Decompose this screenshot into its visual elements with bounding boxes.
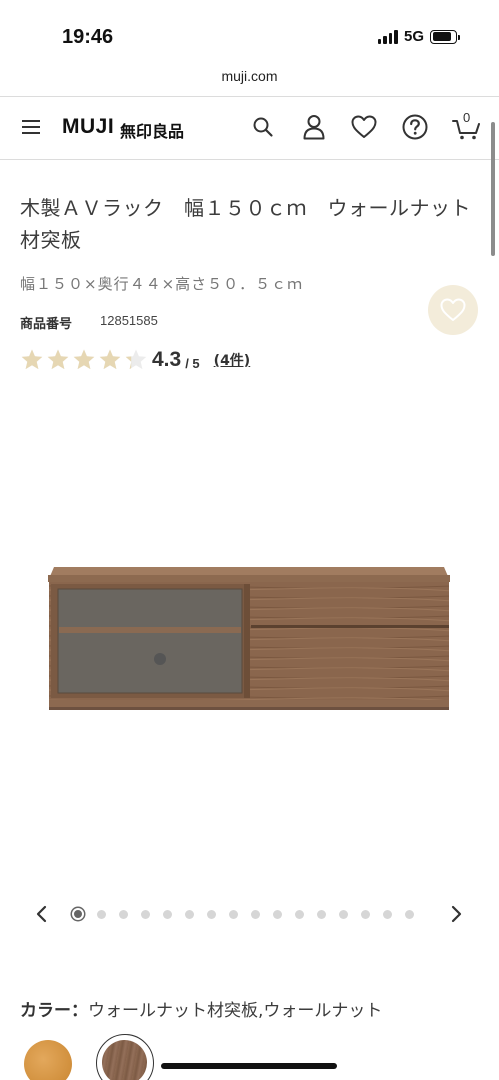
- chevron-right-icon[interactable]: [446, 902, 468, 926]
- product-size: 幅１５０×奥行４４×高さ５０．５ｃｍ: [20, 275, 304, 293]
- review-count-link[interactable]: (4件): [214, 350, 251, 370]
- rating-stars: [20, 348, 148, 372]
- color-selection: カラー：ウォールナット材突板,ウォールナット: [20, 996, 382, 1021]
- carousel-dot[interactable]: [97, 909, 106, 919]
- star-icon: [99, 349, 121, 370]
- color-swatch-walnut[interactable]: [96, 1034, 154, 1080]
- help-icon[interactable]: [401, 113, 429, 141]
- network-label: 5G: [403, 28, 424, 45]
- carousel-dot[interactable]: [72, 908, 84, 920]
- carousel-dot[interactable]: [185, 909, 194, 919]
- star-icon: [73, 349, 95, 370]
- home-indicator[interactable]: [161, 1063, 337, 1069]
- heart-icon[interactable]: [350, 113, 378, 141]
- cart-count: 0: [463, 110, 471, 125]
- site-header: MUJI 無印良品 0: [0, 97, 499, 159]
- carousel-dot[interactable]: [339, 909, 348, 919]
- battery-icon: [430, 29, 460, 44]
- product-code-label: 商品番号: [20, 317, 73, 332]
- star-icon: [125, 349, 147, 370]
- carousel-dot[interactable]: [141, 909, 150, 919]
- favorite-button[interactable]: [428, 285, 478, 335]
- carousel-dot[interactable]: [273, 909, 282, 919]
- signal-icon: [377, 29, 398, 44]
- chevron-left-icon[interactable]: [30, 902, 52, 926]
- star-icon: [21, 349, 43, 370]
- logo[interactable]: MUJI: [62, 115, 114, 139]
- image-carousel-nav: [0, 898, 499, 930]
- cart-icon[interactable]: 0: [451, 110, 483, 141]
- status-indicators: 5G: [377, 28, 460, 45]
- rating-value: 4.3: [152, 348, 182, 371]
- logo-jp[interactable]: 無印良品: [120, 118, 184, 142]
- carousel-dot[interactable]: [317, 909, 326, 919]
- color-swatch-oak[interactable]: [24, 1040, 72, 1080]
- carousel-dot[interactable]: [229, 909, 238, 919]
- scrollbar[interactable]: [491, 122, 495, 256]
- color-value: ウォールナット材突板,ウォールナット: [88, 1001, 383, 1021]
- search-icon[interactable]: [249, 113, 277, 141]
- url-bar[interactable]: muji.com: [0, 62, 499, 96]
- carousel-dot[interactable]: [383, 909, 392, 919]
- carousel-dot[interactable]: [361, 909, 370, 919]
- color-swatch-walnut-fill: [102, 1040, 147, 1080]
- carousel-dot[interactable]: [405, 909, 414, 919]
- carousel-dot[interactable]: [251, 909, 260, 919]
- rating-max: / 5: [185, 355, 200, 371]
- carousel-dot[interactable]: [295, 909, 304, 919]
- status-bar: 19:46 5G: [0, 0, 499, 62]
- carousel-dot[interactable]: [163, 909, 172, 919]
- product-code-value: 12851585: [100, 313, 158, 328]
- carousel-dot[interactable]: [119, 909, 128, 919]
- product-rating: 4.3 / 5 (4件): [20, 345, 250, 375]
- account-icon[interactable]: [300, 113, 328, 141]
- divider: [0, 159, 499, 160]
- product-image[interactable]: [46, 563, 452, 715]
- carousel-dots: [72, 907, 414, 921]
- status-time: 19:46: [62, 26, 114, 48]
- star-icon: [47, 349, 69, 370]
- color-label: カラー：: [20, 1001, 88, 1021]
- heart-icon: [440, 298, 466, 321]
- battery-fill: [432, 32, 452, 41]
- product-title: 木製ＡＶラック 幅１５０ｃｍ ウォールナット材突板: [20, 196, 471, 252]
- carousel-dot[interactable]: [207, 909, 216, 919]
- hamburger-icon[interactable]: [22, 120, 40, 134]
